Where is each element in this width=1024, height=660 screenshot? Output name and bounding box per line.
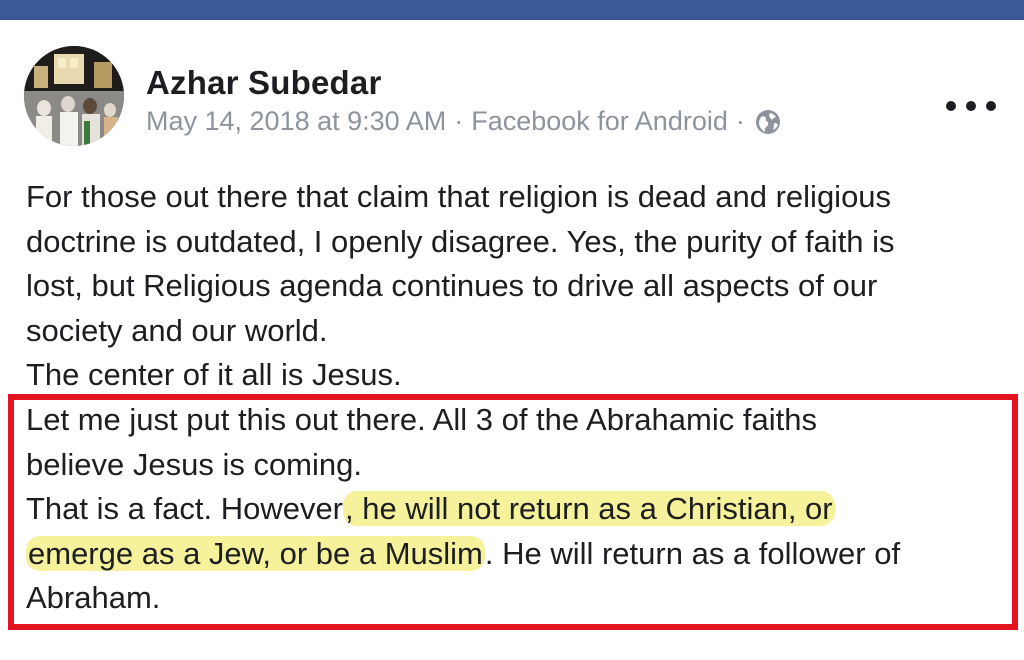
- body-line: For those out there that claim that reli…: [26, 179, 892, 214]
- body-line: doctrine is outdated, I openly disagree.…: [26, 223, 895, 259]
- meta-separator: ·: [454, 106, 464, 136]
- app-header-bar: [0, 0, 1024, 20]
- post-meta: May 14, 2018 at 9:30 AM · Facebook for A…: [146, 106, 781, 137]
- facebook-post: Azhar Subedar May 14, 2018 at 9:30 AM · …: [0, 20, 1024, 660]
- post-timestamp[interactable]: May 14, 2018 at 9:30 AM: [146, 106, 446, 137]
- meta-separator-2: ·: [735, 106, 745, 136]
- avatar-photo-icon: [24, 46, 124, 146]
- author-name[interactable]: Azhar Subedar: [146, 64, 382, 102]
- more-options-icon[interactable]: [946, 96, 996, 116]
- avatar[interactable]: [24, 46, 124, 146]
- annotation-box: [8, 394, 1018, 630]
- body-line: lost, but Religious agenda continues to …: [26, 268, 878, 304]
- post-source: Facebook for Android: [471, 106, 728, 136]
- globe-icon[interactable]: [755, 109, 781, 135]
- body-line: The center of it all is Jesus.: [26, 357, 402, 393]
- body-line: society and our world.: [26, 312, 328, 348]
